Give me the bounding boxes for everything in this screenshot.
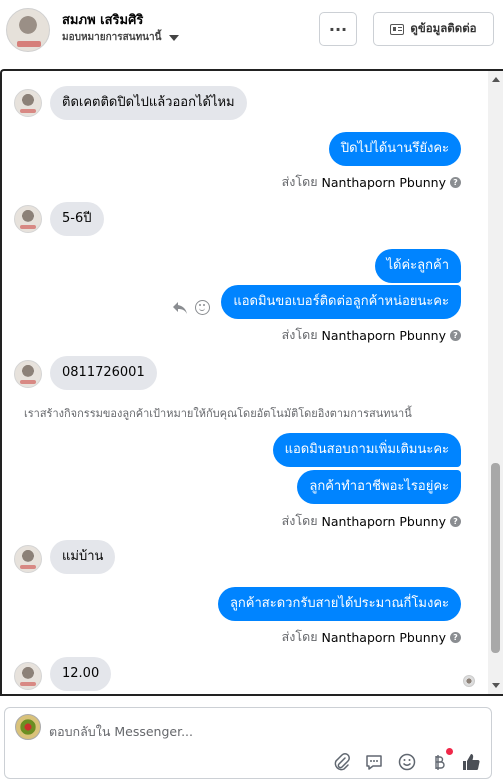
sender-avatar[interactable] bbox=[14, 360, 42, 388]
conversation-header: สมภพ เสริมศิริ มอบหมายการสนทนานี้ ··· ดู… bbox=[0, 0, 503, 70]
reply-composer bbox=[4, 707, 492, 779]
sent-by-label: ส่งโดย Nanthaporn Pbunny ? bbox=[282, 627, 461, 647]
reply-input[interactable] bbox=[49, 721, 469, 741]
outgoing-message[interactable]: ปิดไปได้นานรึยังคะ bbox=[328, 132, 461, 166]
incoming-message[interactable]: 12.00 bbox=[50, 657, 112, 691]
message-scrollbar[interactable] bbox=[488, 71, 503, 694]
smile-icon[interactable] bbox=[397, 752, 417, 772]
caret-down-icon bbox=[169, 34, 180, 41]
assign-conversation-label: มอบหมายการสนทนานี้ bbox=[62, 32, 162, 43]
baht-icon[interactable] bbox=[429, 748, 453, 772]
incoming-message[interactable]: แม่บ้าน bbox=[50, 540, 116, 574]
sent-by-prefix: ส่งโดย bbox=[281, 327, 318, 342]
contact-card-icon bbox=[390, 23, 405, 35]
outgoing-message[interactable]: ลูกค้าทำอาชีพอะไรอยู่คะ bbox=[297, 470, 461, 504]
sender-avatar[interactable] bbox=[14, 205, 42, 233]
sent-by-name: Nanthaporn Pbunny bbox=[321, 629, 446, 645]
sent-by-name: Nanthaporn Pbunny bbox=[321, 513, 446, 529]
sent-by-label: ส่งโดย Nanthaporn Pbunny ? bbox=[282, 511, 461, 531]
scroll-up-arrow-icon[interactable] bbox=[492, 77, 500, 82]
page-avatar bbox=[15, 714, 41, 740]
message-thread[interactable]: ติดเคตติดปิดไปแล้วออกได้ไหม ปิดไปได้นานร… bbox=[0, 69, 503, 696]
contact-avatar[interactable] bbox=[6, 8, 50, 52]
outgoing-message[interactable]: ลูกค้าสะดวกรับสายได้ประมาณกี่โมงคะ bbox=[217, 587, 461, 621]
chat-bubble-icon[interactable] bbox=[364, 752, 384, 772]
sent-by-prefix: ส่งโดย bbox=[281, 629, 318, 644]
paperclip-icon[interactable] bbox=[332, 752, 352, 772]
incoming-message[interactable]: 0811726001 bbox=[50, 356, 157, 390]
contact-name[interactable]: สมภพ เสริมศิริ bbox=[62, 9, 143, 30]
reply-icon[interactable] bbox=[172, 301, 188, 315]
sender-avatar[interactable] bbox=[14, 545, 42, 573]
view-contact-info-label: ดูข้อมูลติดต่อ bbox=[410, 21, 477, 35]
seen-indicator-avatar bbox=[463, 675, 475, 687]
sent-by-prefix: ส่งโดย bbox=[281, 174, 318, 189]
sent-by-name: Nanthaporn Pbunny bbox=[321, 327, 446, 343]
thumbs-up-icon[interactable] bbox=[461, 752, 481, 772]
message-list: ติดเคตติดปิดไปแล้วออกได้ไหม ปิดไปได้นานร… bbox=[2, 71, 488, 694]
help-icon[interactable]: ? bbox=[450, 515, 461, 527]
react-icon[interactable] bbox=[195, 300, 210, 315]
scrollbar-thumb[interactable] bbox=[491, 463, 500, 653]
incoming-message[interactable]: ติดเคตติดปิดไปแล้วออกได้ไหม bbox=[50, 86, 247, 120]
sender-avatar[interactable] bbox=[14, 662, 42, 690]
view-contact-info-button[interactable]: ดูข้อมูลติดต่อ bbox=[373, 12, 494, 46]
help-icon[interactable]: ? bbox=[450, 176, 461, 188]
help-icon[interactable]: ? bbox=[450, 631, 461, 643]
system-note: เราสร้างกิจกรรมของลูกค้าเป้าหมายให้กับคุ… bbox=[24, 407, 412, 420]
sender-avatar[interactable] bbox=[14, 89, 42, 117]
sent-by-prefix: ส่งโดย bbox=[281, 513, 318, 528]
more-options-button[interactable]: ··· bbox=[319, 12, 357, 46]
sent-by-name: Nanthaporn Pbunny bbox=[321, 174, 446, 190]
scroll-down-arrow-icon[interactable] bbox=[492, 683, 500, 688]
incoming-message[interactable]: 5-6ปี bbox=[50, 202, 104, 236]
outgoing-message[interactable]: ได้ค่ะลูกค้า bbox=[374, 249, 461, 283]
outgoing-message[interactable]: แอดมินสอบถามเพิ่มเติมนะคะ bbox=[272, 433, 461, 467]
notification-dot bbox=[446, 748, 453, 755]
sent-by-label: ส่งโดย Nanthaporn Pbunny ? bbox=[282, 172, 461, 192]
outgoing-message[interactable]: แอดมินขอเบอร์ติดต่อลูกค้าหน่อยนะคะ bbox=[221, 285, 461, 319]
help-icon[interactable]: ? bbox=[450, 329, 461, 341]
sent-by-label: ส่งโดย Nanthaporn Pbunny ? bbox=[282, 325, 461, 345]
assign-conversation-dropdown[interactable]: มอบหมายการสนทนานี้ bbox=[62, 30, 180, 45]
